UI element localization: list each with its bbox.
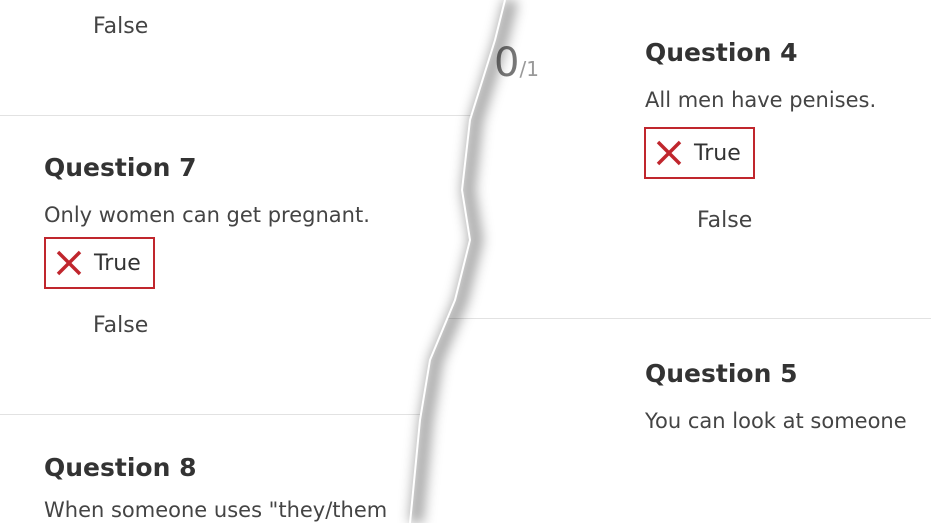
question-4-text: All men have penises. <box>645 88 877 112</box>
question-8-title: Question 8 <box>44 453 197 482</box>
previous-question-option-false[interactable]: False <box>93 14 148 39</box>
question-5-title: Question 5 <box>645 359 798 388</box>
score-total: /1 <box>519 57 539 81</box>
question-4-option-false[interactable]: False <box>697 208 752 233</box>
close-icon <box>656 140 682 166</box>
question-7-option-false[interactable]: False <box>93 313 148 338</box>
question-4-selected-label: True <box>694 140 741 166</box>
score-display: 0/1 <box>494 40 539 86</box>
question-7-selected-answer[interactable]: True <box>44 237 155 289</box>
question-7-selected-label: True <box>94 250 141 276</box>
question-4-title: Question 4 <box>645 38 798 67</box>
question-4-selected-answer[interactable]: True <box>644 127 755 179</box>
question-7-title: Question 7 <box>44 153 197 182</box>
question-8-text: When someone uses "they/them <box>44 498 388 522</box>
score-value: 0 <box>494 40 520 86</box>
divider <box>430 318 931 319</box>
question-5-text: You can look at someone <box>645 409 907 433</box>
question-7-text: Only women can get pregnant. <box>44 203 370 227</box>
close-icon <box>56 250 82 276</box>
